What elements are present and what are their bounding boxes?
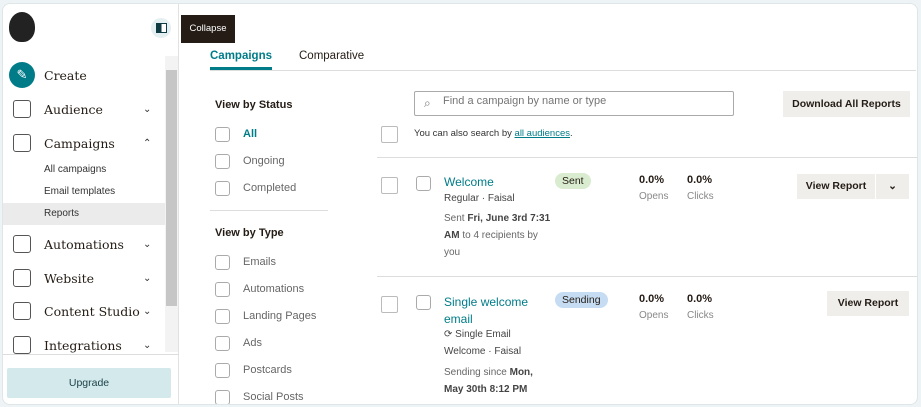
campaign-meta: Regular · Faisal: [444, 193, 515, 204]
filter-ongoing[interactable]: Ongoing: [215, 151, 285, 171]
campaign-name-link[interactable]: Welcome: [444, 175, 494, 189]
view-report-dropdown-chevron-icon[interactable]: ⌄: [876, 174, 909, 199]
campaign-detail: Sending since Mon, May 30th 8:12 PM: [444, 367, 533, 395]
campaign-meta: Welcome · Faisal: [444, 346, 522, 357]
chevron-down-icon: ⌄: [143, 272, 152, 284]
clicks-label: Clicks: [687, 191, 714, 202]
chevron-down-icon: ⌄: [143, 103, 152, 115]
search-hint: You can also search by all audiences.: [414, 128, 573, 139]
sidebar-scrollbar[interactable]: [165, 56, 178, 352]
sidebar-item-integrations[interactable]: Integrations ⌄: [3, 330, 165, 360]
ad-icon: [215, 335, 230, 351]
type-filter-title: View by Type: [215, 227, 284, 239]
refresh-icon: ⟳: [444, 329, 456, 340]
chevron-down-icon: ⌄: [143, 238, 152, 250]
email-campaign-icon: [416, 176, 431, 191]
social-post-icon: [215, 389, 230, 404]
ongoing-icon: [215, 153, 230, 169]
filter-completed[interactable]: Completed: [215, 178, 296, 198]
tab-campaigns[interactable]: Campaigns: [210, 50, 272, 62]
scrollbar-thumb[interactable]: [166, 70, 177, 306]
megaphone-icon: [13, 134, 31, 152]
tab-comparative[interactable]: Comparative: [299, 50, 364, 62]
email-campaign-icon: [416, 295, 431, 310]
sidebar-subitem-email-templates[interactable]: Email templates: [3, 181, 165, 203]
landing-page-icon: [215, 308, 230, 324]
upgrade-button[interactable]: Upgrade: [7, 368, 171, 398]
tabs-divider: [210, 70, 916, 71]
sidebar-subitem-reports[interactable]: Reports: [3, 203, 165, 225]
check-icon: [215, 180, 230, 196]
status-filter-title: View by Status: [215, 99, 293, 111]
sidebar-item-automations[interactable]: Automations ⌄: [3, 229, 165, 259]
divider: [210, 210, 328, 211]
clicks-value: 0.0%: [687, 293, 713, 305]
search-box[interactable]: ⌕: [414, 91, 734, 116]
filter-social-posts[interactable]: Social Posts: [215, 387, 304, 404]
sidebar-item-campaigns[interactable]: Campaigns ⌃: [3, 128, 165, 158]
row-checkbox[interactable]: [381, 296, 398, 313]
audience-icon: [13, 100, 31, 118]
opens-label: Opens: [639, 191, 669, 202]
automation-icon: [215, 281, 230, 297]
sidebar-item-content-studio[interactable]: Content Studio ⌄: [3, 296, 165, 326]
status-badge: Sent: [555, 173, 591, 189]
pencil-icon: ✎: [9, 62, 35, 88]
filter-emails[interactable]: Emails: [215, 252, 276, 272]
divider: [377, 157, 917, 158]
filter-ads[interactable]: Ads: [215, 333, 262, 353]
clicks-label: Clicks: [687, 310, 714, 321]
sidebar-item-create[interactable]: ✎ Create: [3, 60, 165, 90]
status-badge: Sending: [555, 292, 608, 308]
automations-icon: [13, 235, 31, 253]
collapse-button[interactable]: [151, 18, 171, 38]
envelope-icon: [215, 254, 230, 270]
sidebar-item-website[interactable]: Website ⌄: [3, 263, 165, 293]
chevron-down-icon: ⌄: [143, 305, 152, 317]
campaign-name-link[interactable]: Single welcome email: [444, 294, 544, 328]
filter-postcards[interactable]: Postcards: [215, 360, 292, 380]
opens-value: 0.0%: [639, 293, 665, 305]
view-report-button[interactable]: View Report: [827, 291, 909, 316]
integrations-grid-icon: [13, 336, 31, 354]
campaign-detail: Sent Fri, June 3rd 7:31 AM to 4 recipien…: [444, 213, 551, 258]
all-audiences-link[interactable]: all audiences: [515, 128, 570, 139]
opens-label: Opens: [639, 310, 669, 321]
app-window: ✎ Create Audience ⌄ Campaigns ⌃ All campai…: [2, 3, 918, 405]
postcard-icon: [215, 362, 230, 378]
chevron-down-icon: ⌄: [143, 339, 152, 351]
clicks-value: 0.0%: [687, 174, 713, 186]
select-all-checkbox[interactable]: [381, 126, 398, 143]
row-checkbox[interactable]: [381, 177, 398, 194]
filter-automations[interactable]: Automations: [215, 279, 304, 299]
opens-value: 0.0%: [639, 174, 665, 186]
collapse-tooltip: Collapse: [181, 15, 235, 43]
sidebar-subitem-all-campaigns[interactable]: All campaigns: [3, 159, 165, 181]
search-input[interactable]: [443, 95, 728, 107]
website-icon: [13, 269, 31, 287]
divider: [377, 276, 917, 277]
search-icon: ⌕: [424, 96, 431, 110]
campaign-type: ⟳ Single Email: [444, 329, 511, 340]
mailchimp-logo[interactable]: [9, 12, 35, 42]
view-report-button[interactable]: View Report: [797, 174, 875, 199]
download-all-reports-button[interactable]: Download All Reports: [783, 91, 910, 117]
all-icon: [215, 126, 230, 142]
divider: [3, 354, 179, 355]
filter-landing-pages[interactable]: Landing Pages: [215, 306, 316, 326]
content-studio-icon: [13, 302, 31, 320]
filter-all[interactable]: All: [215, 124, 257, 144]
sidebar: ✎ Create Audience ⌄ Campaigns ⌃ All campai…: [3, 4, 179, 404]
chevron-up-icon: ⌃: [143, 137, 152, 149]
sidebar-item-audience[interactable]: Audience ⌄: [3, 94, 165, 124]
sidebar-panel-icon: [156, 23, 167, 33]
